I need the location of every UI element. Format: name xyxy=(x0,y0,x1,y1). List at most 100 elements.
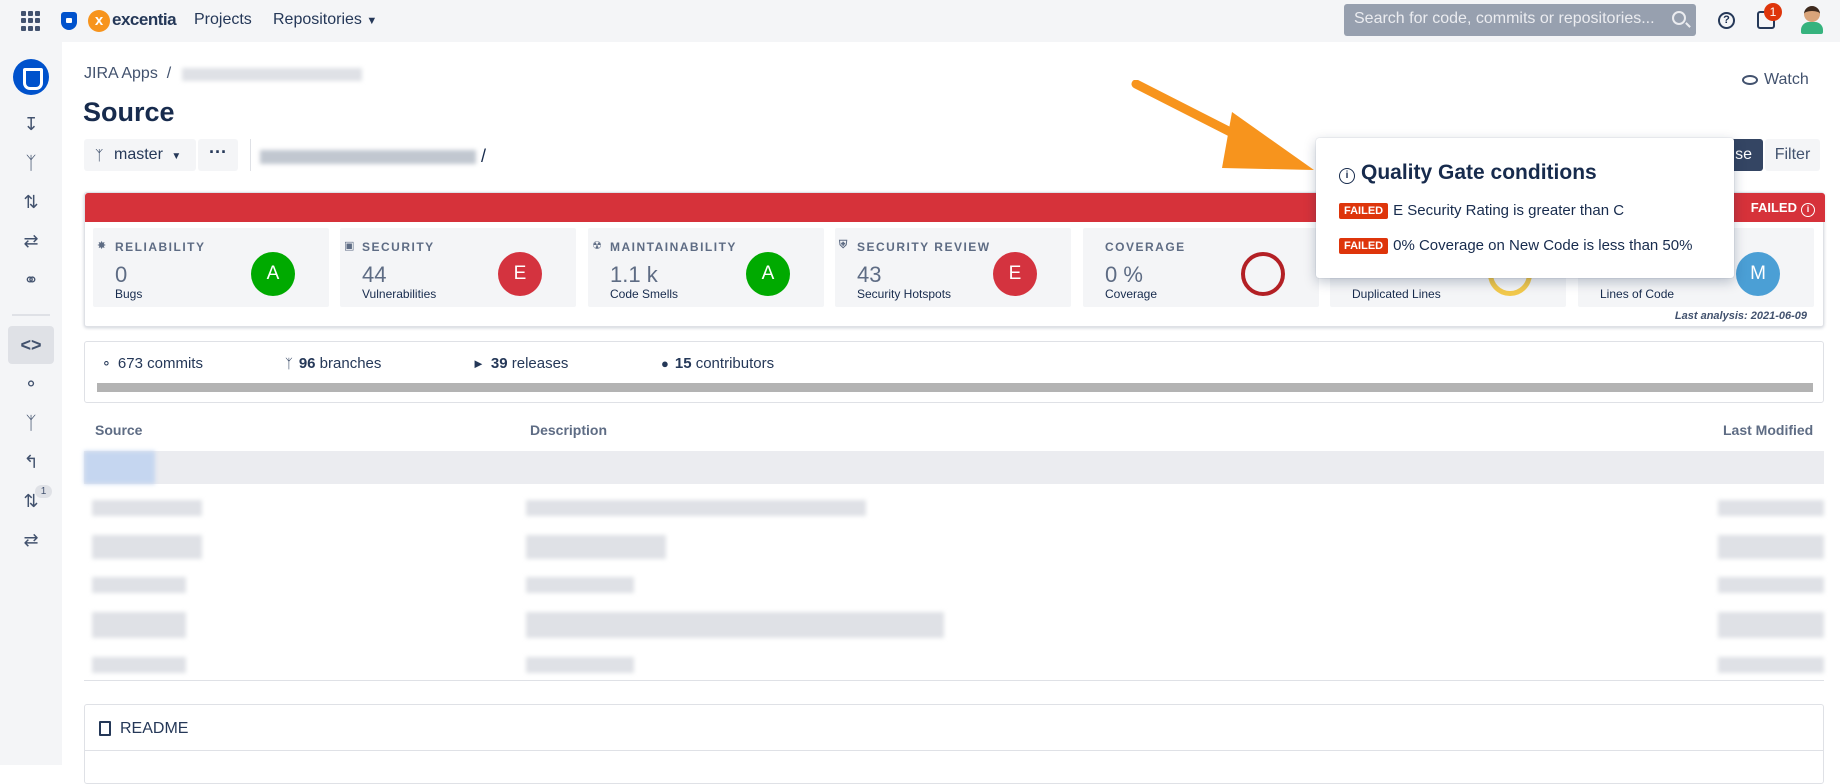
maintainability-icon: ☢ xyxy=(592,240,604,252)
metric-coverage[interactable]: COVERAGE 0 % Coverage xyxy=(1083,228,1319,307)
annotation-arrow-icon xyxy=(1131,80,1314,170)
releases-stat[interactable]: ► 39 releases xyxy=(472,355,568,372)
failed-lozenge: FAILED xyxy=(1339,238,1389,254)
file-name-blurred[interactable] xyxy=(92,500,202,516)
metric-label-text: SECURITY xyxy=(362,240,435,254)
metric-security[interactable]: ▣ SECURITY 44 Vulnerabilities E xyxy=(340,228,576,307)
column-header-description[interactable]: Description xyxy=(530,422,607,438)
path-breadcrumb-blurred[interactable] xyxy=(260,150,476,164)
contributors-stat[interactable]: ● 15 contributors xyxy=(661,355,774,372)
quality-gate-status[interactable]: FAILED i xyxy=(1751,200,1815,217)
file-name-blurred[interactable] xyxy=(92,612,186,638)
branches-icon[interactable]: ᛉ xyxy=(19,411,43,435)
info-icon[interactable]: i xyxy=(1801,203,1815,217)
description-blurred xyxy=(526,657,634,673)
breadcrumb[interactable]: JIRA Apps / xyxy=(84,65,171,83)
metric-sublabel: Bugs xyxy=(115,287,143,301)
description-blurred xyxy=(526,500,866,516)
column-header-last-modified[interactable]: Last Modified xyxy=(1723,422,1813,438)
metric-label: COVERAGE xyxy=(1105,240,1186,254)
metric-label-text: SECURITY REVIEW xyxy=(857,240,991,254)
metric-label: ✸ RELIABILITY xyxy=(97,240,206,254)
compare-icon[interactable]: ⇄ xyxy=(19,229,43,253)
quality-gate-conditions-popup: i Quality Gate conditions FAILED E Securi… xyxy=(1316,138,1734,278)
date-blurred xyxy=(1718,535,1824,559)
readme-divider xyxy=(85,750,1823,751)
file-name-blurred[interactable] xyxy=(84,451,155,484)
file-name-blurred[interactable] xyxy=(92,577,186,593)
nav-projects[interactable]: Projects xyxy=(194,11,252,29)
releases-count: 39 xyxy=(490,355,508,372)
repository-avatar-icon[interactable] xyxy=(13,59,49,95)
contributors-label: contributors xyxy=(695,355,775,372)
metric-sublabel: Lines of Code xyxy=(1600,287,1675,301)
watch-button[interactable]: Watch xyxy=(1742,71,1809,89)
branch-selector[interactable]: ᛉ master ▼ xyxy=(84,139,196,171)
sidebar-divider xyxy=(12,314,50,316)
metric-value: 1.1 k xyxy=(610,262,658,287)
metric-value: 43 xyxy=(857,262,882,287)
forks-icon[interactable]: ⇄ xyxy=(19,528,43,552)
chevron-down-icon: ▼ xyxy=(171,151,182,162)
tags-icon[interactable]: ↰ xyxy=(19,450,43,474)
metric-label-text: RELIABILITY xyxy=(115,240,206,254)
source-icon[interactable]: <> xyxy=(19,333,43,357)
metric-label: ▣ SECURITY xyxy=(344,240,435,254)
branch-name: master xyxy=(114,146,163,163)
lock-icon: ▣ xyxy=(344,240,356,252)
metric-sublabel: Coverage xyxy=(1105,287,1158,301)
watch-label: Watch xyxy=(1764,71,1809,88)
help-icon[interactable]: ? xyxy=(1718,12,1735,29)
brand-name[interactable]: excentia xyxy=(112,10,177,30)
metric-value: 0 % xyxy=(1105,262,1143,287)
date-blurred xyxy=(1718,612,1824,638)
bitbucket-logo-icon[interactable] xyxy=(61,12,77,30)
breadcrumb-separator: / xyxy=(166,65,172,82)
repository-stats: ⚬ 673 commits ᛉ 96 branches ► 39 releases ●… xyxy=(84,341,1824,403)
column-header-source[interactable]: Source xyxy=(95,422,142,438)
branches-stat[interactable]: ᛉ 96 branches xyxy=(285,355,381,372)
popup-title: Quality Gate conditions xyxy=(1361,161,1597,184)
breadcrumb-repository-blurred[interactable] xyxy=(182,68,362,81)
commits-icon[interactable]: ⚬ xyxy=(19,372,43,396)
create-branch-icon[interactable]: ᛉ xyxy=(19,151,43,175)
releases-label: releases xyxy=(511,355,569,372)
file-name-blurred[interactable] xyxy=(92,657,186,673)
date-blurred xyxy=(1718,500,1824,516)
table-row[interactable] xyxy=(84,451,1824,484)
metric-reliability[interactable]: ✸ RELIABILITY 0 Bugs A xyxy=(93,228,329,307)
user-icon: ● xyxy=(661,356,669,371)
user-avatar[interactable] xyxy=(1799,4,1825,36)
sidebar: ↧ ᛉ ⇅ ⇄ ⚭ <> ⚬ ᛉ ↰ ⇅ 1 ⇄ xyxy=(0,42,62,765)
file-icon xyxy=(99,721,111,736)
commits-stat[interactable]: ⚬ 673 commits xyxy=(101,355,203,372)
nav-repositories[interactable]: Repositories ▼ xyxy=(273,11,377,29)
metric-sublabel: Security Hotspots xyxy=(857,287,952,301)
metric-label-text: MAINTAINABILITY xyxy=(610,240,737,254)
condition-item: FAILED E Security Rating is greater than … xyxy=(1339,202,1624,219)
metric-sublabel: Duplicated Lines xyxy=(1352,287,1441,301)
branches-label: branches xyxy=(319,355,382,372)
app-switcher-icon[interactable] xyxy=(21,11,41,31)
metric-security-review[interactable]: ⛨ SECURITY REVIEW 43 Security Hotspots E xyxy=(835,228,1071,307)
metric-value: 44 xyxy=(362,262,387,287)
fork-icon[interactable]: ⚭ xyxy=(19,268,43,292)
metric-value: 0 xyxy=(115,262,128,287)
coverage-ring-icon xyxy=(1241,252,1285,296)
metric-maintainability[interactable]: ☢ MAINTAINABILITY 1.1 k Code Smells A xyxy=(588,228,824,307)
condition-text: E Security Rating is greater than C xyxy=(1393,202,1625,219)
search-input[interactable]: Search for code, commits or repositories… xyxy=(1344,4,1696,36)
rating-badge: A xyxy=(251,252,295,296)
filter-button[interactable]: Filter xyxy=(1765,139,1820,171)
file-name-blurred[interactable] xyxy=(92,535,202,559)
create-pull-request-icon[interactable]: ⇅ xyxy=(19,190,43,214)
more-actions-button[interactable]: ··· xyxy=(198,139,238,171)
bug-icon: ✸ xyxy=(97,240,108,252)
branches-count: 96 xyxy=(298,355,316,372)
last-analysis-date: Last analysis: 2021-06-09 xyxy=(1674,310,1807,322)
rating-badge: E xyxy=(993,252,1037,296)
clone-icon[interactable]: ↧ xyxy=(19,112,43,136)
breadcrumb-project[interactable]: JIRA Apps xyxy=(84,65,158,82)
shield-icon: ⛨ xyxy=(839,239,849,251)
page-title: Source xyxy=(83,97,175,127)
